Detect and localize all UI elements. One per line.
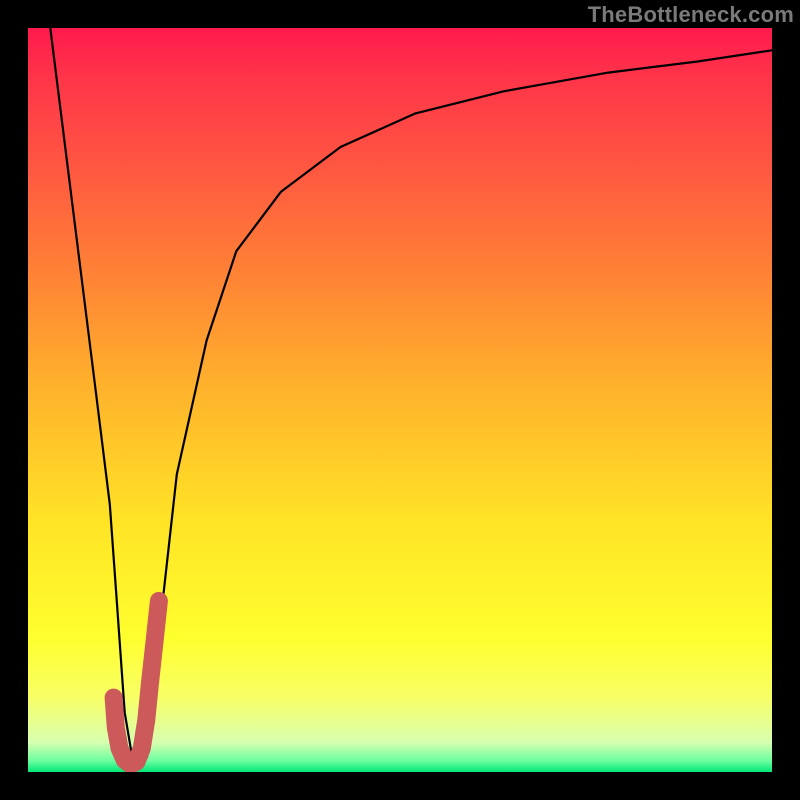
plot-area <box>28 28 772 772</box>
curves-layer <box>28 28 772 772</box>
highlight-hook <box>114 601 159 765</box>
watermark-text: TheBottleneck.com <box>588 2 794 28</box>
chart-frame: TheBottleneck.com <box>0 0 800 800</box>
